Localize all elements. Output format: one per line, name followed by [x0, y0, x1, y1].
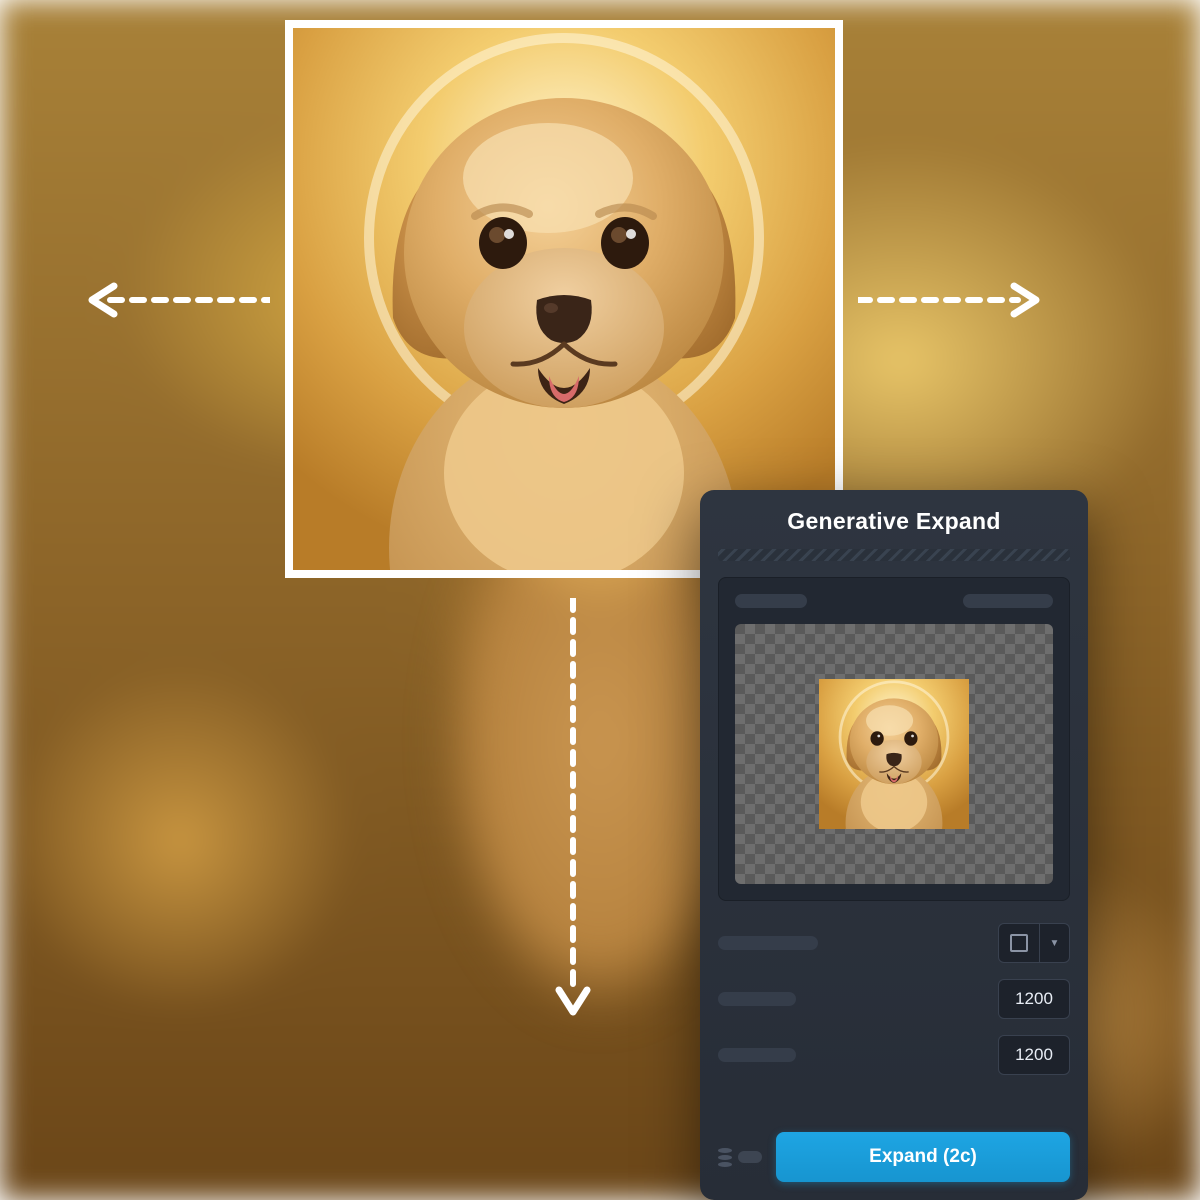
preview-thumbnail [819, 679, 969, 829]
expand-preview-canvas[interactable] [735, 624, 1053, 884]
panel-title: Generative Expand [700, 490, 1088, 549]
chevron-down-icon: ▼ [1039, 924, 1069, 962]
width-input[interactable]: 1200 [998, 979, 1070, 1019]
skeleton-label [735, 594, 807, 608]
panel-divider-hatch [718, 549, 1070, 561]
skeleton-label [718, 936, 818, 950]
skeleton-label [718, 992, 796, 1006]
credits-stack-icon [718, 1148, 732, 1167]
square-aspect-icon [999, 924, 1039, 962]
height-input[interactable]: 1200 [998, 1035, 1070, 1075]
skeleton-label [738, 1151, 762, 1163]
source-image [293, 28, 835, 570]
panel-preview-section [718, 577, 1070, 901]
puppy-illustration [293, 28, 835, 570]
aspect-ratio-select[interactable]: ▼ [998, 923, 1070, 963]
expand-button[interactable]: Expand (2c) [776, 1132, 1070, 1182]
skeleton-label [963, 594, 1053, 608]
panel-controls: ▼ 1200 1200 [718, 923, 1070, 1075]
credits-indicator [718, 1148, 762, 1167]
skeleton-label [718, 1048, 796, 1062]
generative-expand-panel: Generative Expand [700, 490, 1088, 1200]
